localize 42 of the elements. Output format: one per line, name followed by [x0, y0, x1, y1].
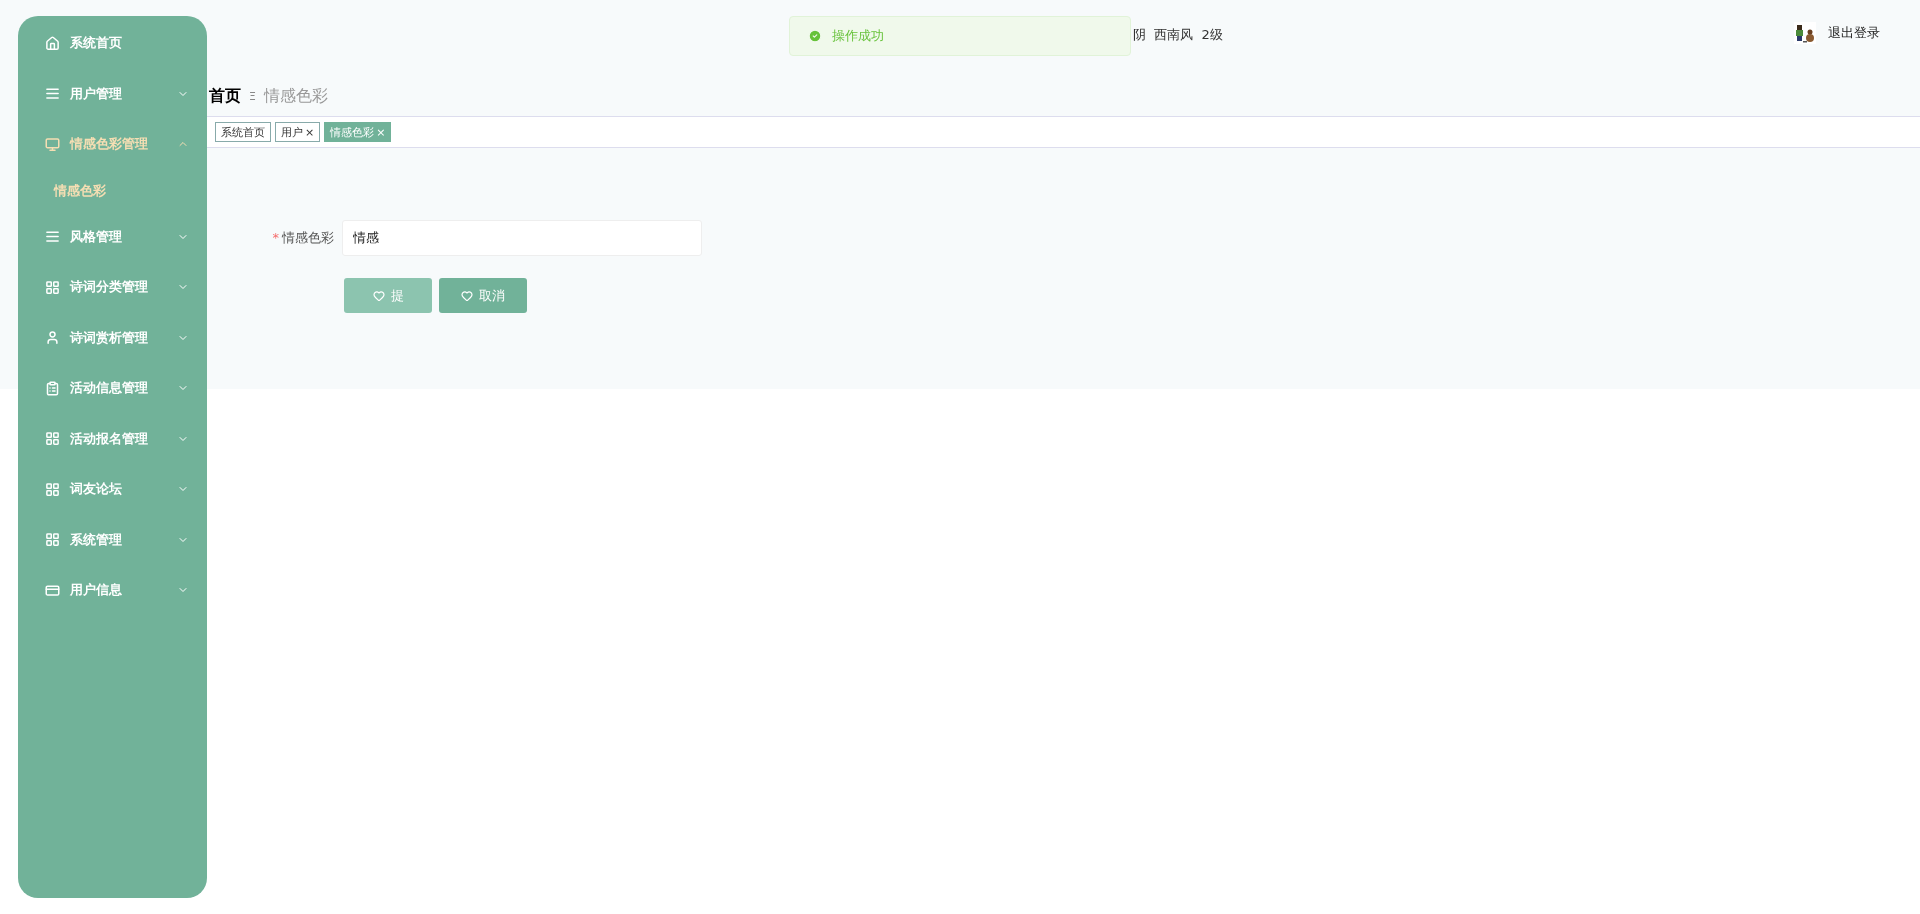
- weather-text: 阴 西南风 2级: [1133, 26, 1223, 44]
- clipboard-icon: [45, 380, 60, 396]
- sidebar-item[interactable]: 系统首页: [18, 18, 207, 69]
- heart-icon: [372, 289, 385, 302]
- close-icon[interactable]: ×: [376, 125, 386, 139]
- breadcrumb-separator: Ξ: [249, 89, 256, 103]
- sidebar-item[interactable]: 活动信息管理: [18, 363, 207, 414]
- logout-link[interactable]: 退出登录: [1828, 24, 1880, 42]
- tab[interactable]: 用户 ×: [275, 122, 321, 142]
- list-icon: [45, 229, 60, 245]
- heart-icon: [461, 289, 473, 302]
- home-icon: [45, 35, 60, 51]
- tab[interactable]: 系统首页: [215, 122, 271, 142]
- tab[interactable]: 情感色彩 ×: [324, 122, 392, 142]
- sidebar-item[interactable]: 用户信息: [18, 565, 207, 616]
- sidebar-item[interactable]: 活动报名管理: [18, 413, 207, 464]
- sidebar-item[interactable]: 用户管理: [18, 68, 207, 119]
- cancel-button[interactable]: 取消: [439, 278, 527, 313]
- sidebar-item[interactable]: 情感色彩管理: [18, 119, 207, 170]
- sidebar-item[interactable]: 风格管理: [18, 211, 207, 262]
- sidebar-item[interactable]: 诗词分类管理: [18, 262, 207, 313]
- breadcrumb-item[interactable]: 首页: [209, 85, 241, 107]
- close-icon[interactable]: ×: [305, 125, 315, 139]
- required-mark: *: [272, 230, 279, 245]
- toast-message: 操作成功: [832, 27, 884, 45]
- sidebar-item[interactable]: 词友论坛: [18, 464, 207, 515]
- monitor-icon: [45, 136, 60, 152]
- grid-icon: [45, 481, 60, 497]
- card-icon: [45, 582, 60, 598]
- check-circle-icon: [808, 29, 822, 43]
- grid-icon: [45, 532, 60, 548]
- list-icon: [45, 86, 60, 102]
- sidebar-subitem[interactable]: 情感色彩: [18, 169, 207, 212]
- sidebar-item[interactable]: 系统管理: [18, 514, 207, 565]
- grid-icon: [45, 431, 60, 447]
- grid-icon: [45, 279, 60, 295]
- submit-button[interactable]: 提: [344, 278, 432, 313]
- field-label: 情感色彩: [282, 230, 334, 245]
- sidebar-item[interactable]: 诗词赏析管理: [18, 312, 207, 363]
- input-field[interactable]: 情感: [342, 220, 702, 256]
- breadcrumb-item[interactable]: 情感色彩: [263, 85, 328, 107]
- user-icon: [45, 330, 60, 346]
